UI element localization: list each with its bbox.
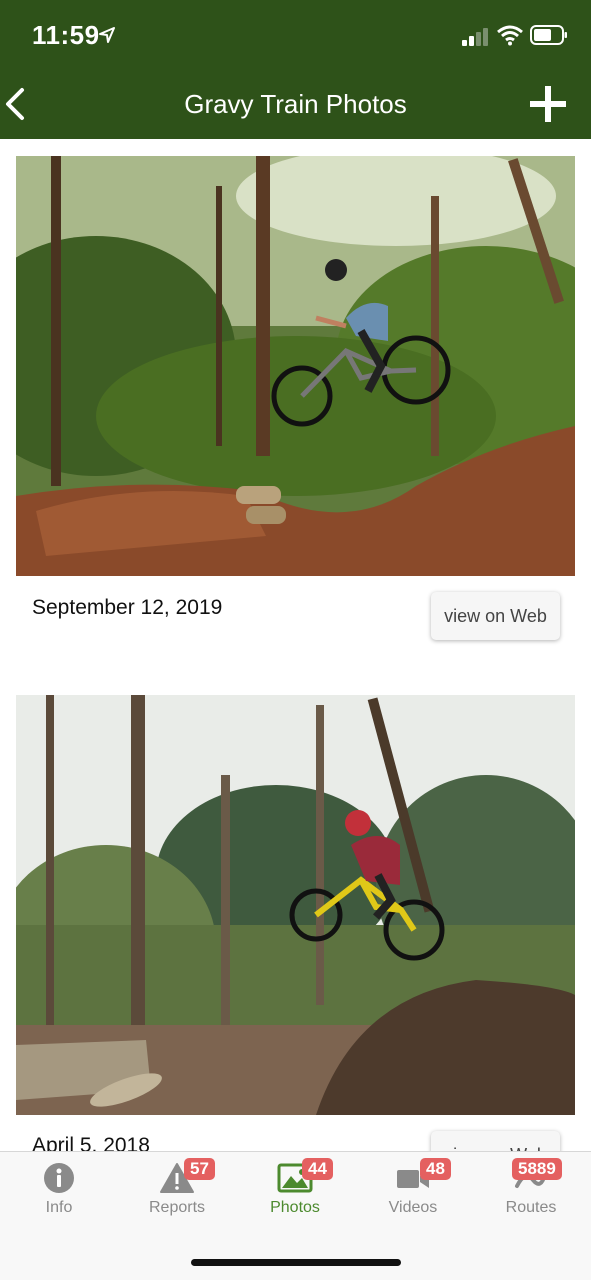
add-photo-button[interactable] [528,84,568,124]
battery-icon [530,25,567,45]
mountain-bike-jump-image [16,156,575,576]
location-arrow-icon [99,27,115,43]
page-title: Gravy Train Photos [184,89,407,119]
header-bar: 11:59 Gravy Train Photos [0,0,591,139]
trail-photo[interactable] [16,695,575,1115]
tab-routes[interactable]: 5889 Routes [472,1152,590,1242]
view-on-web-button[interactable]: view on Web [431,592,560,640]
mountain-bike-jump-image [16,695,575,1115]
tab-label: Info [45,1199,73,1216]
tab-videos[interactable]: 48 Videos [354,1152,472,1242]
photos-count-badge: 44 [302,1158,333,1180]
home-indicator[interactable] [191,1259,401,1266]
tab-photos[interactable]: 44 Photos [236,1152,354,1242]
tab-info[interactable]: Info [0,1152,118,1242]
reports-count-badge: 57 [184,1158,215,1180]
photo-date: September 12, 2019 [32,596,223,619]
wifi-icon [497,25,523,46]
tab-label: Photos [270,1199,320,1216]
tab-label: Videos [388,1199,438,1216]
tab-label: Routes [505,1199,557,1216]
routes-count-badge: 5889 [512,1158,562,1180]
trail-photo[interactable] [16,156,575,576]
tab-label: Reports [148,1199,206,1216]
videos-count-badge: 48 [420,1158,451,1180]
status-time: 11:59 [32,20,100,50]
info-icon [44,1163,74,1193]
screen: 11:59 Gravy Train Photos September 12, 2… [0,0,591,1280]
tab-reports[interactable]: 57 Reports [118,1152,236,1242]
signal-icon [462,28,488,46]
